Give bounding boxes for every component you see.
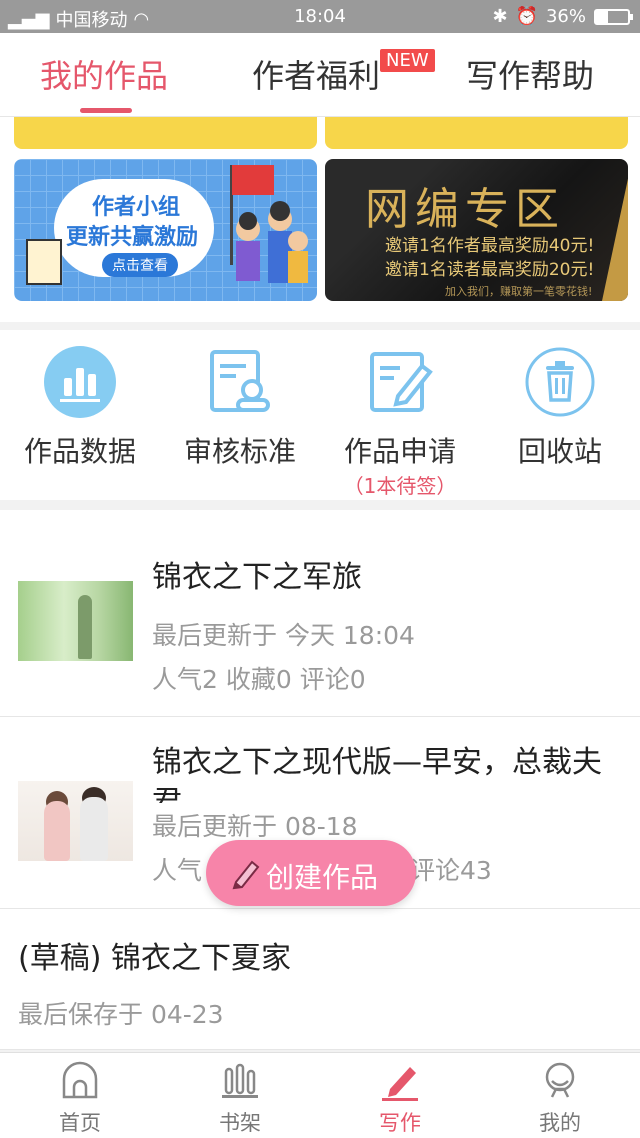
work-saved: 最后保存于 04-23 — [18, 1000, 224, 1029]
tool-recycle-bin[interactable]: 回收站 — [480, 330, 640, 500]
tab-underline — [80, 108, 132, 113]
battery-icon — [594, 8, 633, 25]
work-item[interactable]: 锦衣之下之军旅 最后更新于 今天 18:04 人气2 收藏0 评论0 — [0, 510, 640, 717]
nav-label: 书架 — [219, 1111, 261, 1135]
tool-works-data[interactable]: 作品数据 — [0, 330, 160, 500]
work-stats-comments: 评论43 — [410, 856, 492, 885]
status-bar: ▂▄▆ 中国移动 ◠ 18:04 ✱ ⏰ 36% — [0, 0, 640, 33]
top-tabs: 我的作品 作者福利 NEW 写作帮助 — [0, 33, 640, 117]
edit-doc-icon — [370, 352, 433, 412]
tool-works-apply[interactable]: 作品申请 （1本待签） — [320, 330, 480, 500]
nav-bookshelf[interactable]: 书架 — [160, 1053, 320, 1138]
editor-zone-line2: 邀请1名读者最高奖励20元! — [385, 260, 595, 280]
work-stats: 人气2 收藏0 评论0 — [152, 665, 366, 694]
work-cover — [18, 781, 133, 861]
editor-zone-title: 网编专区 — [365, 184, 565, 235]
banner-strip-left[interactable] — [14, 117, 317, 149]
bar-chart-icon — [44, 346, 116, 418]
work-title: 锦衣之下之军旅 — [152, 560, 362, 595]
pending-sign-count: （1本待签） — [343, 474, 457, 498]
tool-label: 回收站 — [517, 435, 602, 468]
work-updated: 最后更新于 08-18 — [152, 807, 358, 843]
create-work-button[interactable]: 创建作品 — [206, 840, 416, 906]
editor-zone-banner[interactable]: 网编专区 邀请1名作者最高奖励40元! 邀请1名读者最高奖励20元! 加入我们，… — [325, 159, 628, 301]
tool-grid: 作品数据 审核标准 作品申请 （1本待签） 回收站 — [0, 330, 640, 500]
work-item-draft[interactable]: (草稿) 锦衣之下夏家 最后保存于 04-23 — [0, 909, 640, 1050]
trash-icon — [525, 347, 595, 417]
work-stats-popularity: 人气 — [152, 856, 203, 885]
work-updated: 最后更新于 今天 18:04 — [152, 621, 415, 650]
tool-label: 作品申请 — [343, 435, 456, 468]
bottom-nav: 首页 书架 写作 我的 — [0, 1052, 640, 1138]
nav-label: 我的 — [539, 1111, 581, 1135]
author-group-banner[interactable]: 作者小组 更新共赢激励 点击查看 — [14, 159, 317, 301]
home-icon — [62, 1061, 98, 1099]
profile-icon — [545, 1062, 575, 1098]
banner-strip-right[interactable] — [325, 117, 628, 149]
editor-zone-footer: 加入我们，赚取第一笔零花钱! — [445, 285, 593, 298]
tool-label: 作品数据 — [23, 435, 136, 468]
nav-write[interactable]: 写作 — [320, 1053, 480, 1138]
editor-zone-line1: 邀请1名作者最高奖励40元! — [385, 236, 595, 256]
tab-my-works[interactable]: 我的作品 — [40, 51, 168, 97]
pencil-icon — [232, 860, 260, 890]
review-doc-icon — [210, 350, 270, 412]
checklist-icon — [26, 239, 62, 285]
tool-label: 审核标准 — [183, 435, 296, 468]
view-button[interactable]: 点击查看 — [102, 253, 178, 277]
nav-label: 首页 — [59, 1111, 101, 1135]
nav-label: 写作 — [379, 1111, 421, 1135]
nav-profile[interactable]: 我的 — [480, 1053, 640, 1138]
work-cover — [18, 581, 133, 661]
banner-area: 作者小组 更新共赢激励 点击查看 网编专区 邀请1名作者最高奖励40元! 邀请1… — [0, 117, 640, 322]
pen-icon — [382, 1067, 418, 1101]
alarm-icon: ⏰ — [515, 6, 538, 27]
bookshelf-icon — [222, 1063, 258, 1098]
tab-author-benefits[interactable]: 作者福利 — [252, 51, 380, 97]
work-title: (草稿) 锦衣之下夏家 — [18, 941, 291, 976]
work-title: 锦衣之下之现代版—早安，总裁夫君 — [152, 745, 602, 803]
people-illustration — [236, 201, 308, 283]
battery-percent: 36% — [545, 6, 586, 27]
tool-review-standard[interactable]: 审核标准 — [160, 330, 320, 500]
nav-home[interactable]: 首页 — [0, 1053, 160, 1138]
tab-writing-help[interactable]: 写作帮助 — [466, 51, 594, 97]
works-list: 锦衣之下之军旅 最后更新于 今天 18:04 人气2 收藏0 评论0 锦衣之下之… — [0, 510, 640, 1050]
banner-title: 作者小组 — [92, 195, 181, 220]
new-badge: NEW — [380, 49, 435, 72]
banner-subtitle: 更新共赢激励 — [66, 225, 199, 250]
bluetooth-icon: ✱ — [492, 6, 508, 27]
create-work-label: 创建作品 — [266, 861, 379, 894]
